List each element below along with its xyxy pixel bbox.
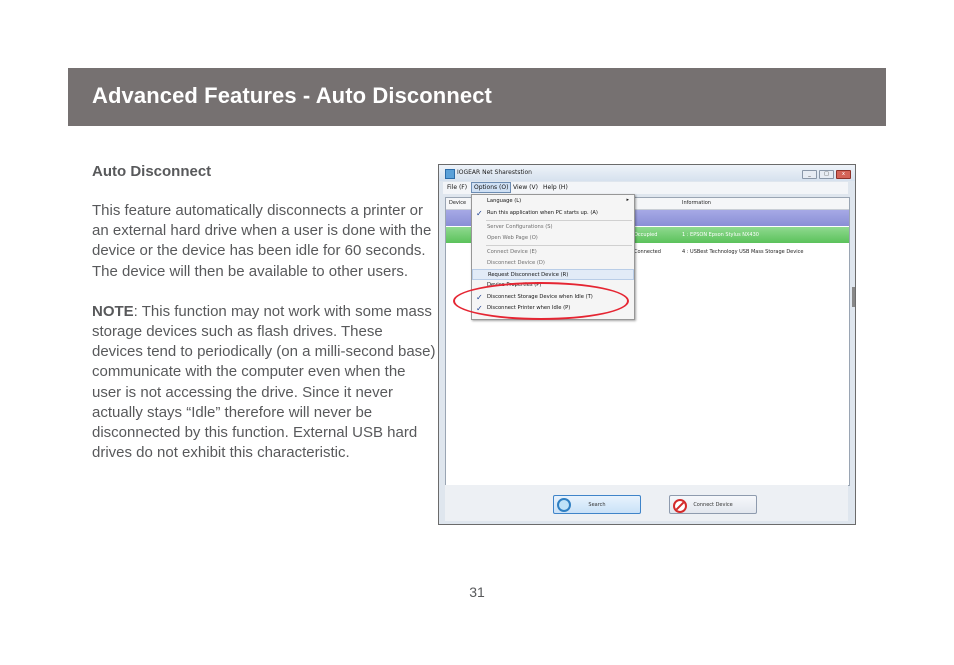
menu-item[interactable]: Language (L) ▸	[472, 196, 634, 207]
page-number: 31	[469, 584, 485, 600]
section-heading: Auto Disconnect	[92, 163, 212, 180]
connect-device-label: Connect Device	[693, 502, 733, 508]
column-device[interactable]: Device	[449, 200, 466, 206]
note-paragraph: NOTE: This function may not work with so…	[92, 302, 436, 464]
window-titlebar: IOGEAR Net Shareststion _ □ x	[439, 165, 855, 181]
column-information[interactable]: Information	[682, 200, 711, 206]
menu-item[interactable]: Connect Device (E)	[472, 247, 634, 258]
connect-device-button[interactable]: Connect Device	[669, 495, 757, 514]
row-info: 4 : USBest Technology USB Mass Storage D…	[682, 249, 804, 255]
menu-item-label: Language (L)	[487, 198, 522, 204]
check-icon: ✓	[476, 209, 483, 218]
menu-item-label: Open Web Page (O)	[487, 235, 538, 241]
app-icon	[445, 169, 455, 179]
maximize-button[interactable]: □	[819, 170, 834, 179]
row-status: Connected	[634, 249, 661, 255]
menu-bar: File (F) Options (O) View (V) Help (H)	[443, 182, 848, 194]
submenu-arrow-icon: ▸	[626, 197, 629, 203]
app-screenshot: IOGEAR Net Shareststion _ □ x File (F) O…	[438, 164, 856, 525]
menu-item[interactable]: Disconnect Device (D)	[472, 258, 634, 269]
menu-item[interactable]: Open Web Page (O)	[472, 233, 634, 244]
menu-item-label: Connect Device (E)	[487, 249, 537, 255]
note-text: : This function may not work with some m…	[92, 302, 436, 462]
header-banner: Advanced Features - Auto Disconnect	[68, 68, 886, 126]
menu-help[interactable]: Help (H)	[541, 183, 570, 192]
row-info: 1 : EPSON Epson Stylus NX430	[682, 232, 759, 238]
scrollbar[interactable]	[852, 287, 855, 307]
minimize-button[interactable]: _	[802, 170, 817, 179]
button-area: Search Connect Device	[445, 485, 848, 521]
window-title: IOGEAR Net Shareststion	[457, 169, 532, 176]
menu-item-label: Request Disconnect Device (R)	[488, 272, 569, 278]
menu-item[interactable]: Server Configurations (S)	[472, 222, 634, 233]
menu-item[interactable]: ✓ Run this application when PC starts up.…	[472, 208, 634, 219]
menu-item-label: Run this application when PC starts up. …	[487, 210, 598, 216]
highlight-circle	[453, 282, 629, 320]
menu-view[interactable]: View (V)	[511, 183, 540, 192]
text-column: Auto Disconnect This feature automatical…	[92, 162, 436, 483]
search-button[interactable]: Search	[553, 495, 641, 514]
page-title: Advanced Features - Auto Disconnect	[92, 83, 492, 108]
search-button-label: Search	[588, 502, 606, 508]
menu-item[interactable]: Request Disconnect Device (R)	[472, 269, 634, 280]
close-button[interactable]: x	[836, 170, 851, 179]
window-controls: _ □ x	[802, 170, 851, 179]
menu-separator	[486, 220, 632, 221]
menu-separator	[486, 245, 632, 246]
description-paragraph: This feature automatically disconnects a…	[92, 202, 432, 280]
menu-item-label: Server Configurations (S)	[487, 224, 553, 230]
note-label: NOTE	[92, 302, 134, 320]
row-status: Occupied	[634, 232, 658, 238]
menu-options[interactable]: Options (O)	[471, 182, 512, 193]
menu-item-label: Disconnect Device (D)	[487, 260, 545, 266]
menu-file[interactable]: File (F)	[445, 183, 469, 192]
